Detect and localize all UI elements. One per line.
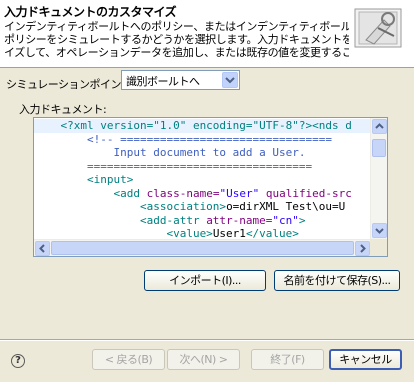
- code-token: qualified-src: [259, 186, 352, 200]
- code-token: <!-- ================================: [34, 132, 333, 146]
- chevron-left-icon: [39, 244, 45, 253]
- import-button[interactable]: インポート(I)...: [144, 270, 266, 291]
- code-token: attr-name=: [206, 213, 273, 227]
- vertical-scroll-thumb[interactable]: [372, 139, 386, 157]
- xml-editor[interactable]: <?xml version="1.0" encoding="UTF-8"?><n…: [33, 117, 388, 257]
- description-line: インデンティティボールトへのポリシー、またはインデンティティボールトからの: [4, 20, 349, 33]
- save-as-button[interactable]: 名前を付けて保存(S)...: [274, 270, 400, 291]
- code-token: "cn": [272, 213, 299, 227]
- input-document-label: 入力ドキュメント:: [19, 103, 107, 116]
- horizontal-scrollbar[interactable]: [34, 239, 371, 256]
- code-line[interactable]: <!-- ================================: [34, 133, 371, 147]
- code-line[interactable]: <input>: [34, 173, 371, 187]
- code-line[interactable]: Input document to add a User.: [34, 146, 371, 160]
- code-token: "User": [219, 186, 260, 200]
- code-token: <association>: [34, 200, 227, 213]
- footer-separator: [0, 339, 414, 341]
- simulation-point-label: シミュレーションポイント:: [6, 78, 135, 91]
- simulation-point-value: 識別ボールトへ: [126, 75, 200, 88]
- scroll-right-button[interactable]: [355, 241, 370, 256]
- description-line: イズして、オペレーションデータを追加し、または既存の値を変更することも: [4, 46, 349, 59]
- code-token: class-name=: [146, 186, 220, 200]
- chevron-right-icon: [360, 244, 366, 253]
- code-line[interactable]: <?xml version="1.0" encoding="UTF-8"?><n…: [34, 119, 371, 133]
- description-line: ポリシーをシミュレートするかどうかを選択します。入力ドキュメントをカスタマ: [4, 33, 349, 46]
- horizontal-scroll-thumb[interactable]: [51, 241, 354, 255]
- chevron-down-icon: [225, 77, 235, 84]
- page-description: インデンティティボールトへのポリシー、またはインデンティティボールトからの ポリ…: [4, 20, 349, 65]
- wizard-dialog: 入力ドキュメントのカスタマイズ インデンティティボールトへのポリシー、またはイン…: [0, 0, 414, 382]
- cancel-button[interactable]: キャンセル: [329, 349, 402, 370]
- code-token: <input>: [34, 173, 134, 186]
- finish-button[interactable]: 終了(F): [251, 349, 324, 370]
- code-token: o=dirXML Test\ou=U: [226, 200, 346, 213]
- scroll-up-button[interactable]: [372, 119, 387, 134]
- back-button[interactable]: < 戻る(B): [92, 349, 165, 370]
- code-line[interactable]: <add-attr attr-name="cn">: [34, 214, 371, 228]
- code-token: <?xml version="1.0" encoding="UTF-8"?><n…: [34, 119, 352, 132]
- scroll-down-button[interactable]: [372, 223, 387, 238]
- xml-code-area[interactable]: <?xml version="1.0" encoding="UTF-8"?><n…: [34, 119, 371, 240]
- dropdown-button[interactable]: [222, 72, 238, 88]
- chevron-down-icon: [375, 228, 384, 234]
- next-button[interactable]: 次へ(N) >: [167, 349, 240, 370]
- scrollbar-corner: [370, 239, 387, 256]
- code-token: <add: [34, 186, 147, 200]
- document-policy-icon: [354, 8, 402, 48]
- simulation-point-select[interactable]: 識別ボールトへ: [121, 70, 240, 90]
- code-line[interactable]: ==================================: [34, 160, 371, 174]
- chevron-up-icon: [375, 123, 384, 129]
- vertical-scrollbar[interactable]: [370, 118, 387, 239]
- code-line[interactable]: <add class-name="User" qualified-src: [34, 187, 371, 201]
- scroll-left-button[interactable]: [35, 241, 50, 256]
- page-title: 入力ドキュメントのカスタマイズ: [4, 5, 177, 19]
- wizard-header: 入力ドキュメントのカスタマイズ インデンティティボールトへのポリシー、またはイン…: [0, 0, 414, 68]
- code-line[interactable]: <association>o=dirXML Test\ou=U: [34, 200, 371, 214]
- code-token: ==================================: [34, 159, 313, 173]
- help-icon[interactable]: ?: [11, 354, 25, 368]
- code-token: Input document to add a User.: [34, 146, 306, 159]
- code-token: >: [298, 213, 306, 227]
- code-token: <add-attr: [34, 213, 207, 227]
